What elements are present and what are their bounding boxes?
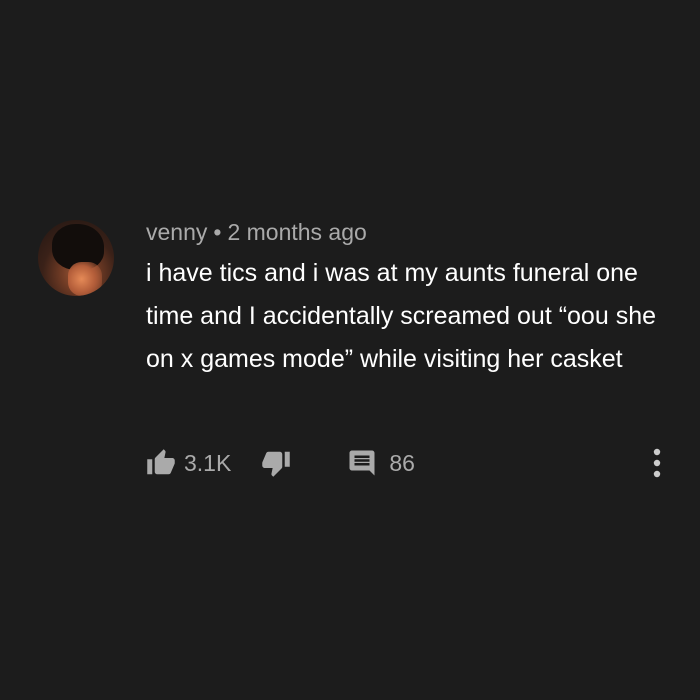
reply-count: 86	[389, 449, 415, 476]
meta-separator: •	[213, 219, 222, 245]
thumbs-up-icon[interactable]	[146, 448, 176, 478]
comment-body: venny • 2 months ago i have tics and i was…	[146, 214, 676, 381]
comment-text: i have tics and i was at my aunts funera…	[146, 259, 656, 373]
avatar-face	[68, 262, 102, 296]
author-name[interactable]: venny	[146, 219, 207, 245]
comment-meta: venny • 2 months ago	[146, 214, 676, 250]
more-vertical-icon[interactable]	[642, 446, 672, 480]
comment-time[interactable]: 2 months ago	[227, 219, 366, 245]
like-count: 3.1K	[184, 449, 232, 476]
comment-icon[interactable]	[347, 448, 377, 478]
avatar[interactable]	[38, 220, 114, 296]
comment-actions: 3.1K 86	[146, 446, 415, 480]
thumbs-down-icon[interactable]	[261, 448, 291, 478]
